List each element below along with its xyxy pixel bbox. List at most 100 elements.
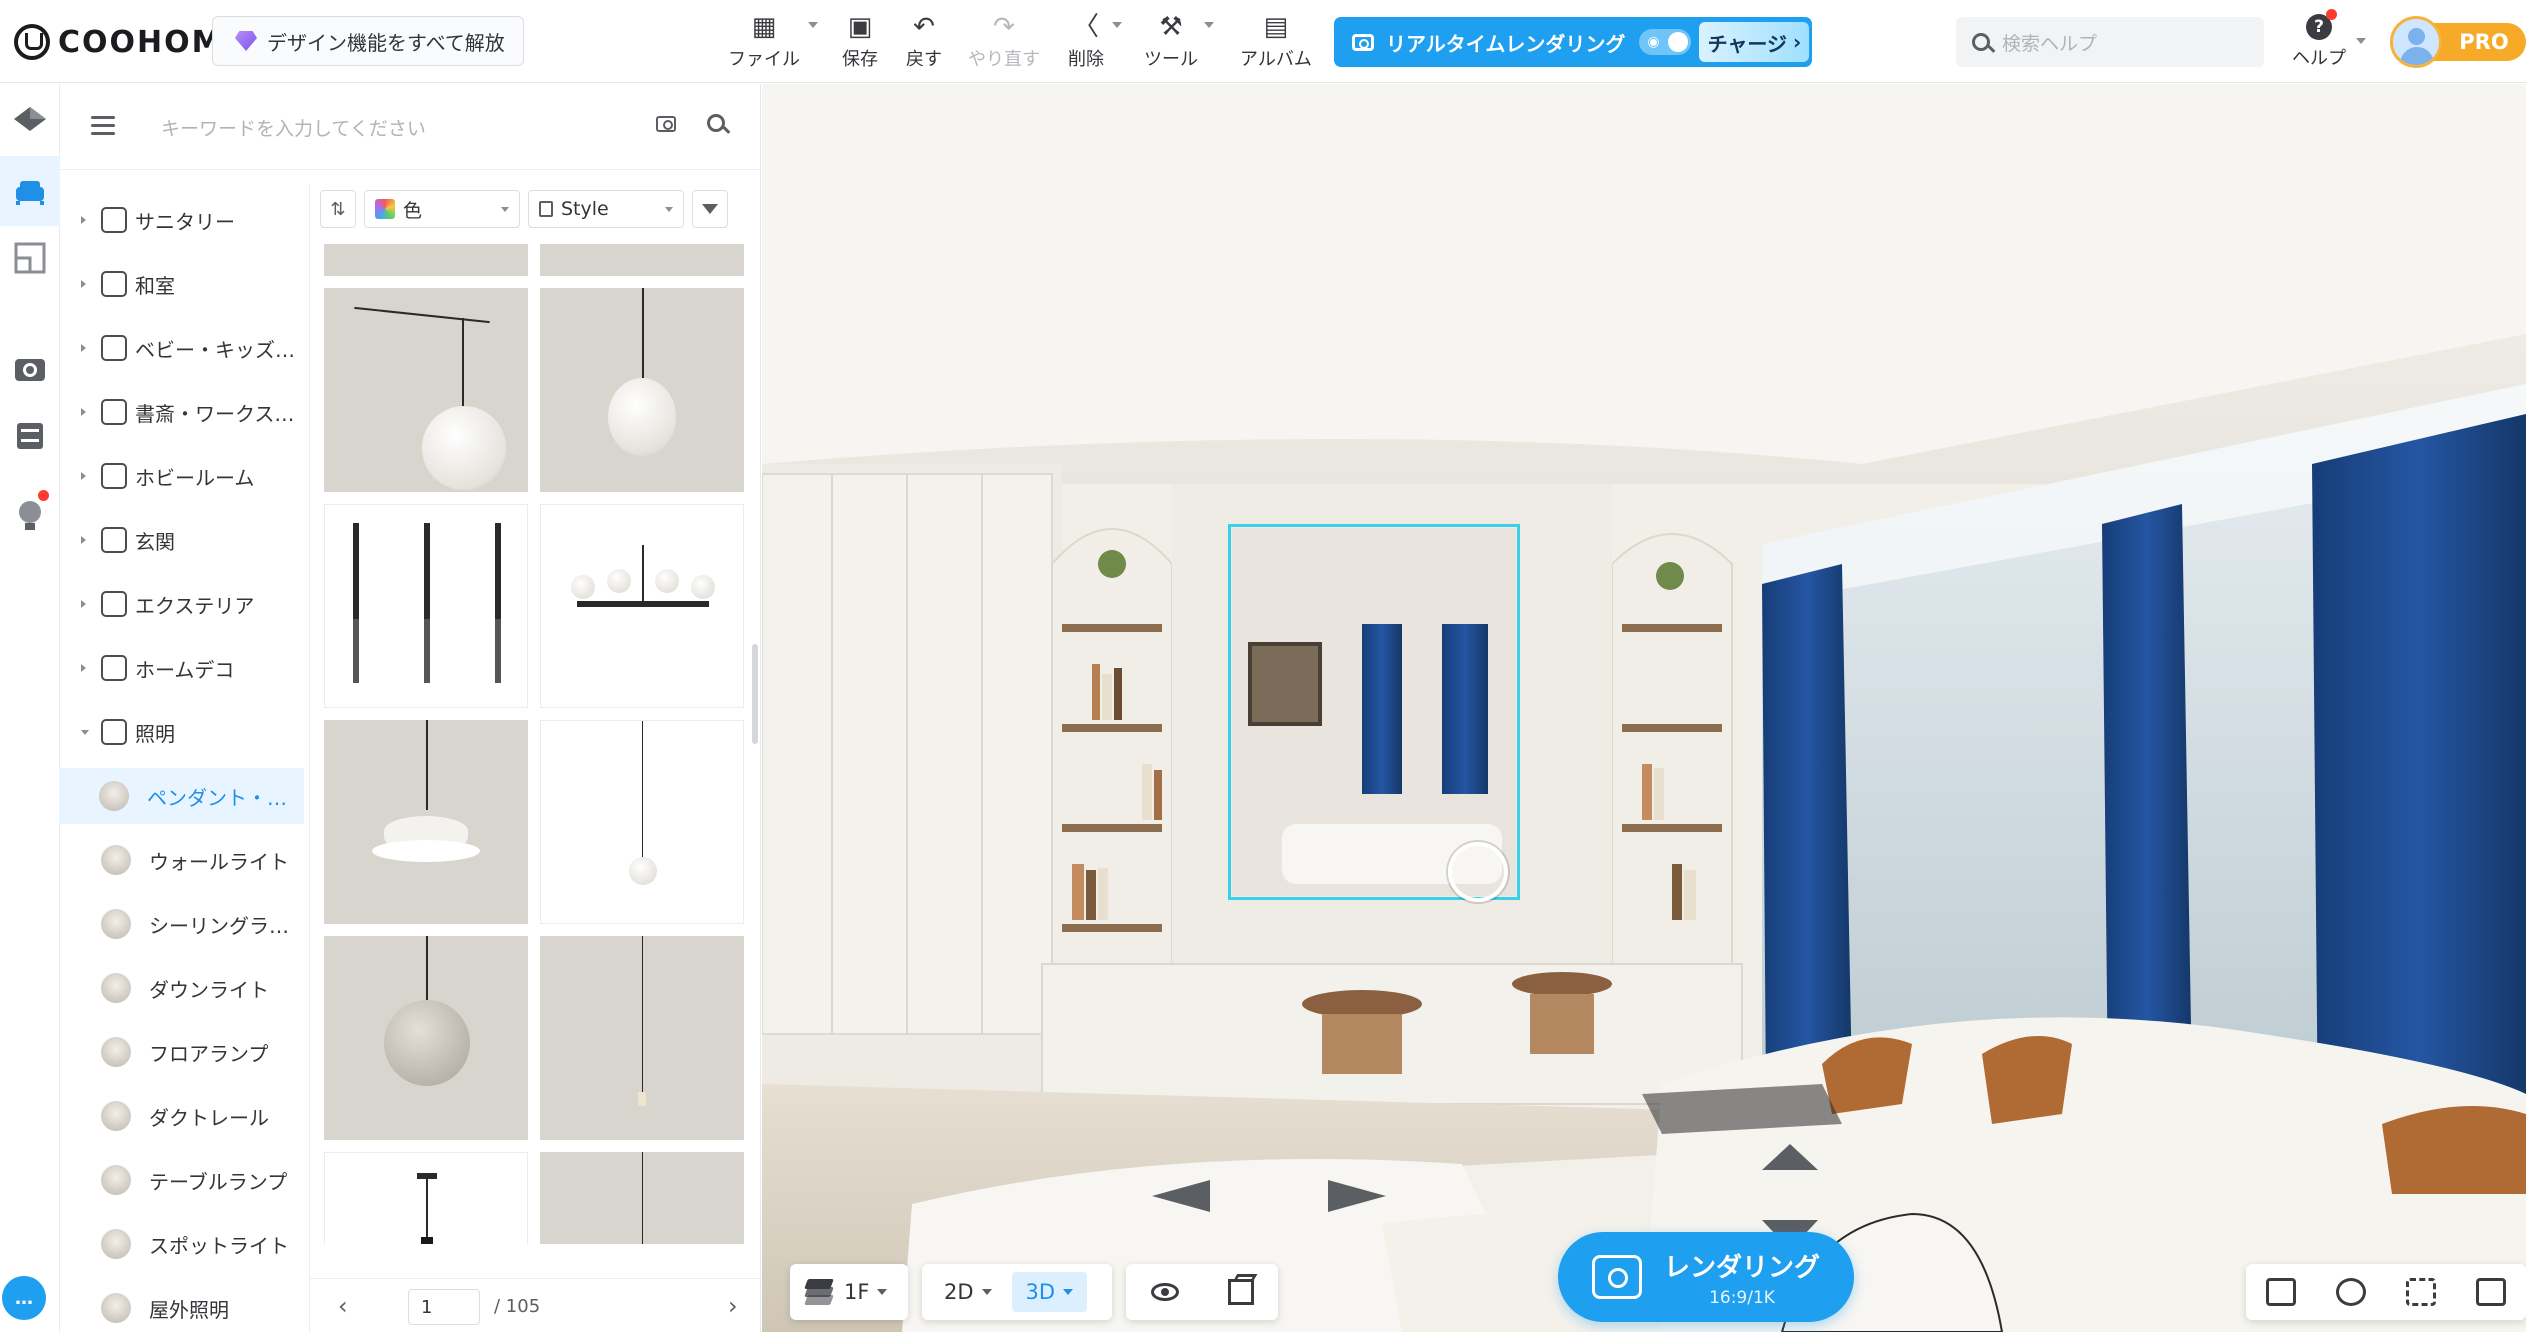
- product-thumbnail[interactable]: [540, 288, 744, 492]
- charge-button[interactable]: チャージ ›: [1699, 22, 1810, 62]
- rail-build-icon[interactable]: [8, 98, 52, 142]
- product-thumbnail[interactable]: [324, 504, 528, 708]
- tools-label: ツール: [1144, 49, 1198, 70]
- product-thumbnail[interactable]: [324, 288, 528, 492]
- category-lighting[interactable]: 照明: [61, 704, 306, 760]
- expand-arrow-icon: [81, 280, 86, 288]
- redo-button[interactable]: ↷ やり直す: [968, 12, 1040, 72]
- pro-badge[interactable]: PRO: [2430, 23, 2526, 61]
- tools-menu-button[interactable]: ⚒ ツール: [1144, 12, 1198, 72]
- catalog-search-bar: キーワードを入力してください: [61, 84, 761, 170]
- eye-visibility-icon[interactable]: [1150, 1283, 1179, 1301]
- mode-2d-button[interactable]: 2D: [930, 1272, 1006, 1312]
- expand-arrow-icon: [81, 216, 86, 224]
- left-icon-rail: …: [0, 84, 60, 1332]
- category-label: 玄関: [135, 529, 175, 554]
- category-entrance[interactable]: 玄関: [61, 512, 306, 568]
- help-button[interactable]: ? ヘルプ: [2292, 9, 2346, 70]
- help-search-placeholder: 検索ヘルプ: [2002, 32, 2098, 55]
- chevron-right-icon: ›: [1792, 30, 1802, 54]
- product-thumbnail[interactable]: [324, 1152, 528, 1244]
- sort-icon[interactable]: ⇅: [320, 190, 356, 228]
- subcategory-table-lamp[interactable]: テーブルランプ: [61, 1152, 306, 1208]
- category-label: サニタリー: [135, 209, 235, 234]
- product-thumbnail[interactable]: [324, 720, 528, 924]
- delete-chevron-down-icon[interactable]: [1112, 22, 1122, 28]
- category-study-workspace[interactable]: 書斎・ワークス…: [61, 384, 306, 440]
- product-thumbnail[interactable]: [540, 720, 744, 924]
- subcategory-label: ペンダント・シ…: [147, 785, 299, 810]
- subcategory-floor-lamp[interactable]: フロアランプ: [61, 1024, 306, 1080]
- cube-view-icon[interactable]: [1227, 1274, 1257, 1305]
- move-left-arrow-icon[interactable]: [1152, 1180, 1210, 1212]
- next-page-icon[interactable]: ›: [728, 1292, 738, 1320]
- help-label: ヘルプ: [2292, 48, 2346, 69]
- mode-3d-button[interactable]: 3D: [1011, 1272, 1088, 1312]
- camera-position-icon[interactable]: [2266, 1278, 2296, 1306]
- subcategory-duct-rail[interactable]: ダクトレール: [61, 1088, 306, 1144]
- catalog-search-input[interactable]: キーワードを入力してください: [161, 114, 426, 141]
- file-chevron-down-icon[interactable]: [808, 22, 818, 28]
- product-thumbnail[interactable]: [324, 936, 528, 1140]
- save-icon: ▣: [847, 12, 873, 42]
- category-hobby-room[interactable]: ホビールーム: [61, 448, 306, 504]
- category-japanese-room[interactable]: 和室: [61, 256, 306, 312]
- product-thumbnail[interactable]: [540, 936, 744, 1140]
- help-chevron-down-icon[interactable]: [2356, 38, 2366, 44]
- tools-chevron-down-icon[interactable]: [1204, 22, 1214, 28]
- style-filter-dropdown[interactable]: Style: [528, 190, 684, 228]
- subcategory-label: ダウンライト: [149, 977, 269, 1002]
- undo-button[interactable]: ↶ 戻す: [906, 12, 942, 72]
- toggle-knob: [1668, 32, 1689, 52]
- coohom-logo[interactable]: COOHOM: [14, 22, 224, 62]
- realtime-preview-toggle[interactable]: ◉: [1639, 29, 1692, 55]
- subcategory-wall-light[interactable]: ウォールライト: [61, 832, 306, 888]
- subcategory-ceiling-light[interactable]: シーリングライト: [61, 896, 306, 952]
- category-exterior[interactable]: エクステリア: [61, 576, 306, 632]
- album-button[interactable]: ▤ アルバム: [1240, 12, 1312, 72]
- move-up-arrow-icon[interactable]: [1762, 1144, 1818, 1170]
- page-number-input[interactable]: 1: [408, 1289, 480, 1325]
- floor-selector[interactable]: 1F: [790, 1264, 908, 1320]
- diamond-icon: [235, 31, 257, 51]
- rotate-handle-icon[interactable]: [1448, 842, 1508, 902]
- subcategory-downlight[interactable]: ダウンライト: [61, 960, 306, 1016]
- product-thumbnail[interactable]: [540, 244, 744, 276]
- chat-support-icon[interactable]: …: [2, 1276, 46, 1320]
- color-filter-dropdown[interactable]: 色: [364, 190, 520, 228]
- zoom-search-icon[interactable]: [2476, 1278, 2506, 1306]
- save-button[interactable]: ▣ 保存: [842, 12, 878, 72]
- subcategory-spotlight[interactable]: スポットライト: [61, 1216, 306, 1272]
- rail-floorplan-icon[interactable]: [8, 236, 52, 280]
- focus-frame-icon[interactable]: [2406, 1278, 2436, 1306]
- subcategory-label: フロアランプ: [149, 1041, 269, 1066]
- product-thumbnail[interactable]: [540, 1152, 744, 1244]
- rail-cabinet-icon[interactable]: [8, 414, 52, 458]
- color-palette-icon: [375, 199, 395, 219]
- render-button[interactable]: レンダリング 16:9/1K: [1558, 1232, 1854, 1322]
- image-search-camera-icon[interactable]: [656, 116, 676, 132]
- view-settings-gear-icon[interactable]: [2336, 1278, 2366, 1306]
- category-baby-kids[interactable]: ベビー・キッズ…: [61, 320, 306, 376]
- delete-button[interactable]: 〈 削除: [1068, 12, 1104, 72]
- move-right-arrow-icon[interactable]: [1328, 1180, 1386, 1212]
- 3d-viewport[interactable]: 1F 2D 3D レンダリング 16:9/1K: [762, 84, 2526, 1332]
- user-avatar[interactable]: [2390, 16, 2442, 68]
- collapse-menu-icon[interactable]: [91, 116, 115, 136]
- category-sanitary[interactable]: サニタリー: [61, 192, 306, 248]
- rail-camera-icon[interactable]: [8, 346, 52, 390]
- previous-page-icon[interactable]: ‹: [338, 1292, 348, 1320]
- subcategory-outdoor-light[interactable]: 屋外照明: [61, 1280, 306, 1332]
- product-thumbnail[interactable]: [324, 244, 528, 276]
- category-home-deco[interactable]: ホームデコ: [61, 640, 306, 696]
- rail-furniture-icon[interactable]: [8, 170, 52, 214]
- advanced-filter-button[interactable]: [692, 190, 728, 228]
- unlock-features-button[interactable]: デザイン機能をすべて解放: [212, 16, 524, 66]
- grid-scrollbar[interactable]: [752, 644, 758, 744]
- help-search-input[interactable]: 検索ヘルプ: [1956, 17, 2264, 67]
- realtime-rendering-button[interactable]: リアルタイムレンダリング ◉ チャージ ›: [1334, 17, 1812, 67]
- catalog-search-icon[interactable]: [707, 114, 725, 132]
- product-thumbnail[interactable]: [540, 504, 744, 708]
- file-menu-button[interactable]: ▦ ファイル: [728, 12, 800, 72]
- subcategory-pendant[interactable]: ペンダント・シ…: [59, 768, 304, 824]
